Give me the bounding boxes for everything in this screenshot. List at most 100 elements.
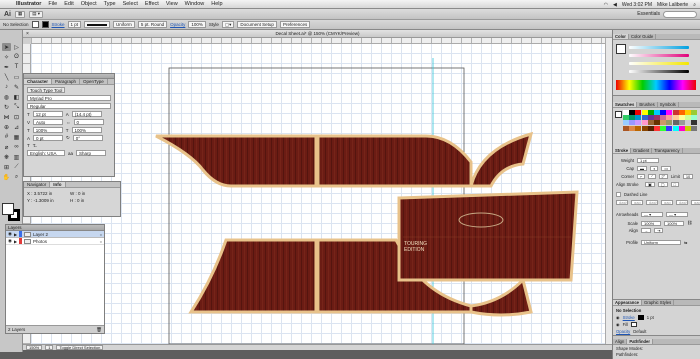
color-fill-box[interactable] [616, 44, 626, 54]
eraser-tool-icon[interactable]: ◧ [12, 93, 21, 101]
eyedropper-tool-icon[interactable]: ⌀ [2, 143, 11, 151]
target-circle-icon[interactable]: ○ [100, 232, 102, 237]
graphic-style-picker[interactable]: ▢▾ [221, 21, 235, 28]
tab-color[interactable]: Color [613, 34, 629, 39]
menu-file[interactable]: File [48, 1, 57, 7]
menu-help[interactable]: Help [211, 1, 222, 7]
tab-brushes[interactable]: Brushes [637, 102, 658, 107]
symbol-sprayer-tool-icon[interactable]: ❋ [2, 153, 11, 161]
miter-join-button[interactable]: ⌐ [637, 174, 646, 179]
appearance-opacity-link[interactable]: Opacity [616, 329, 630, 334]
start-scale-input[interactable]: 100% [641, 220, 661, 226]
visibility-eye-icon[interactable]: ◉ [8, 238, 12, 244]
appearance-stroke-swatch[interactable] [637, 315, 644, 320]
swatch-grid[interactable] [623, 110, 698, 131]
tracking-field[interactable]: 0 [73, 119, 104, 125]
end-arrowhead-select[interactable]: — ▾ [666, 212, 688, 217]
gap-field-2[interactable]: gap [661, 200, 673, 205]
tab-paragraph[interactable]: Paragraph [52, 79, 81, 84]
lasso-tool-icon[interactable]: ʘ [12, 53, 21, 61]
arrange-documents-button[interactable]: ▤ ▾ [29, 10, 44, 18]
rectangle-tool-icon[interactable]: ▭ [12, 73, 21, 81]
fill-color-box[interactable] [2, 203, 14, 215]
tab-stroke[interactable]: Stroke [613, 148, 632, 153]
variable-width-profile[interactable] [84, 21, 111, 28]
appearance-fill-label[interactable]: Fill [623, 322, 628, 327]
dash-field-1[interactable]: dash [616, 200, 628, 205]
swatches-fill-box[interactable] [615, 111, 622, 118]
brush-profile[interactable]: 5 pt. Round [137, 21, 168, 28]
leading-field[interactable]: (14.4 pt) [71, 111, 102, 117]
underline-icon[interactable]: T [27, 143, 30, 148]
gap-field-1[interactable]: gap [631, 200, 643, 205]
bevel-join-button[interactable]: ◸ [658, 174, 668, 179]
brush-definition[interactable]: Uniform [113, 21, 135, 28]
dash-field-2[interactable]: dash [646, 200, 658, 205]
yellow-slider[interactable] [629, 62, 689, 65]
fill-visibility-icon[interactable]: ◉ [616, 322, 620, 327]
vertical-scrollbar[interactable] [605, 38, 612, 344]
pencil-tool-icon[interactable]: ✎ [12, 83, 21, 91]
type-tool-icon[interactable]: T [12, 63, 21, 71]
tab-pathfinder[interactable]: Pathfinder [627, 339, 654, 344]
selection-tool-icon[interactable]: ➤ [2, 43, 11, 51]
opacity-field[interactable]: 100% [188, 21, 206, 28]
current-tool-status[interactable]: Toggle Direct Selection [56, 345, 104, 350]
zoom-field[interactable]: 150% [26, 345, 43, 350]
scale-tool-icon[interactable]: ⤡ [12, 103, 21, 111]
appearance-fill-swatch[interactable] [631, 322, 638, 327]
antialias-field[interactable]: Sharp [76, 150, 107, 156]
paintbrush-tool-icon[interactable]: ♪ [2, 83, 11, 91]
align-inside-button[interactable]: ▢ [657, 182, 668, 187]
direct-selection-tool-icon[interactable]: ▷ [12, 43, 21, 51]
expand-triangle-icon[interactable]: ▶ [14, 239, 17, 244]
mesh-tool-icon[interactable]: # [2, 133, 11, 141]
menu-edit[interactable]: Edit [64, 1, 73, 7]
font-size-field[interactable]: 12 pt [32, 111, 63, 117]
horizontal-scale-field[interactable]: 100% [32, 127, 63, 133]
workspace-switcher[interactable]: Essentials [637, 11, 660, 17]
tab-align[interactable]: Align [613, 339, 628, 344]
opacity-label-link[interactable]: Opacity [170, 22, 185, 27]
tab-swatches[interactable]: Swatches [613, 102, 638, 107]
delete-layer-icon[interactable]: 🗑 [96, 327, 102, 333]
document-setup-button[interactable]: Document Setup [237, 21, 277, 28]
align-outside-button[interactable]: □ [670, 182, 679, 187]
align-center-button[interactable]: ▣ [645, 182, 655, 187]
volume-icon[interactable]: ◀ [613, 2, 617, 8]
magenta-slider[interactable] [629, 54, 689, 57]
zoom-tool-icon[interactable]: ⌕ [12, 173, 21, 181]
stroke-weight-input[interactable]: 1 pt [637, 158, 659, 163]
layer-row[interactable]: ◉ ▶ Photos ○ [6, 238, 104, 245]
preferences-button[interactable]: Preferences [279, 21, 311, 28]
layer-row[interactable]: ◉ ▶ Layer 2 ○ [6, 231, 104, 238]
font-style-field[interactable]: Regular [27, 103, 111, 109]
stroke-visibility-icon[interactable]: ◉ [616, 315, 620, 320]
end-scale-input[interactable]: 100% [664, 220, 684, 226]
tab-character[interactable]: Character [24, 79, 53, 84]
tab-graphic-styles[interactable]: Graphic Styles [642, 300, 675, 305]
gradient-tool-icon[interactable]: ▦ [12, 133, 21, 141]
arrow-place-button[interactable]: ⇥ [654, 228, 664, 233]
menubar-clock[interactable]: Wed 3:02 PM [622, 2, 652, 8]
column-graph-tool-icon[interactable]: ▥ [12, 153, 21, 161]
shape-builder-tool-icon[interactable]: ⊕ [2, 123, 11, 131]
close-document-icon[interactable]: × [26, 30, 29, 38]
layer-name[interactable]: Layer 2 [33, 232, 98, 237]
appearance-stroke-link[interactable]: Stroke [623, 315, 635, 320]
projecting-cap-button[interactable]: ▭ [661, 166, 672, 171]
language-field[interactable]: English: USA [27, 150, 65, 156]
round-join-button[interactable]: ◜ [648, 174, 656, 179]
start-arrowhead-select[interactable]: — ▾ [641, 212, 663, 217]
spotlight-icon[interactable]: ⌕ [693, 2, 696, 8]
round-cap-button[interactable]: ◖ [650, 166, 659, 171]
tab-transparency[interactable]: Transparency [652, 148, 683, 153]
width-tool-icon[interactable]: ⋈ [2, 113, 11, 121]
butt-cap-button[interactable]: ▬ [637, 166, 647, 171]
stroke-weight-field[interactable]: 1 pt [67, 21, 82, 28]
dashed-line-checkbox[interactable] [616, 192, 621, 197]
free-transform-tool-icon[interactable]: ⊡ [12, 113, 21, 121]
stroke-label-link[interactable]: Stroke [52, 22, 65, 27]
font-family-field[interactable]: Myriad Pro [27, 95, 111, 101]
tab-info[interactable]: Info [50, 182, 66, 187]
